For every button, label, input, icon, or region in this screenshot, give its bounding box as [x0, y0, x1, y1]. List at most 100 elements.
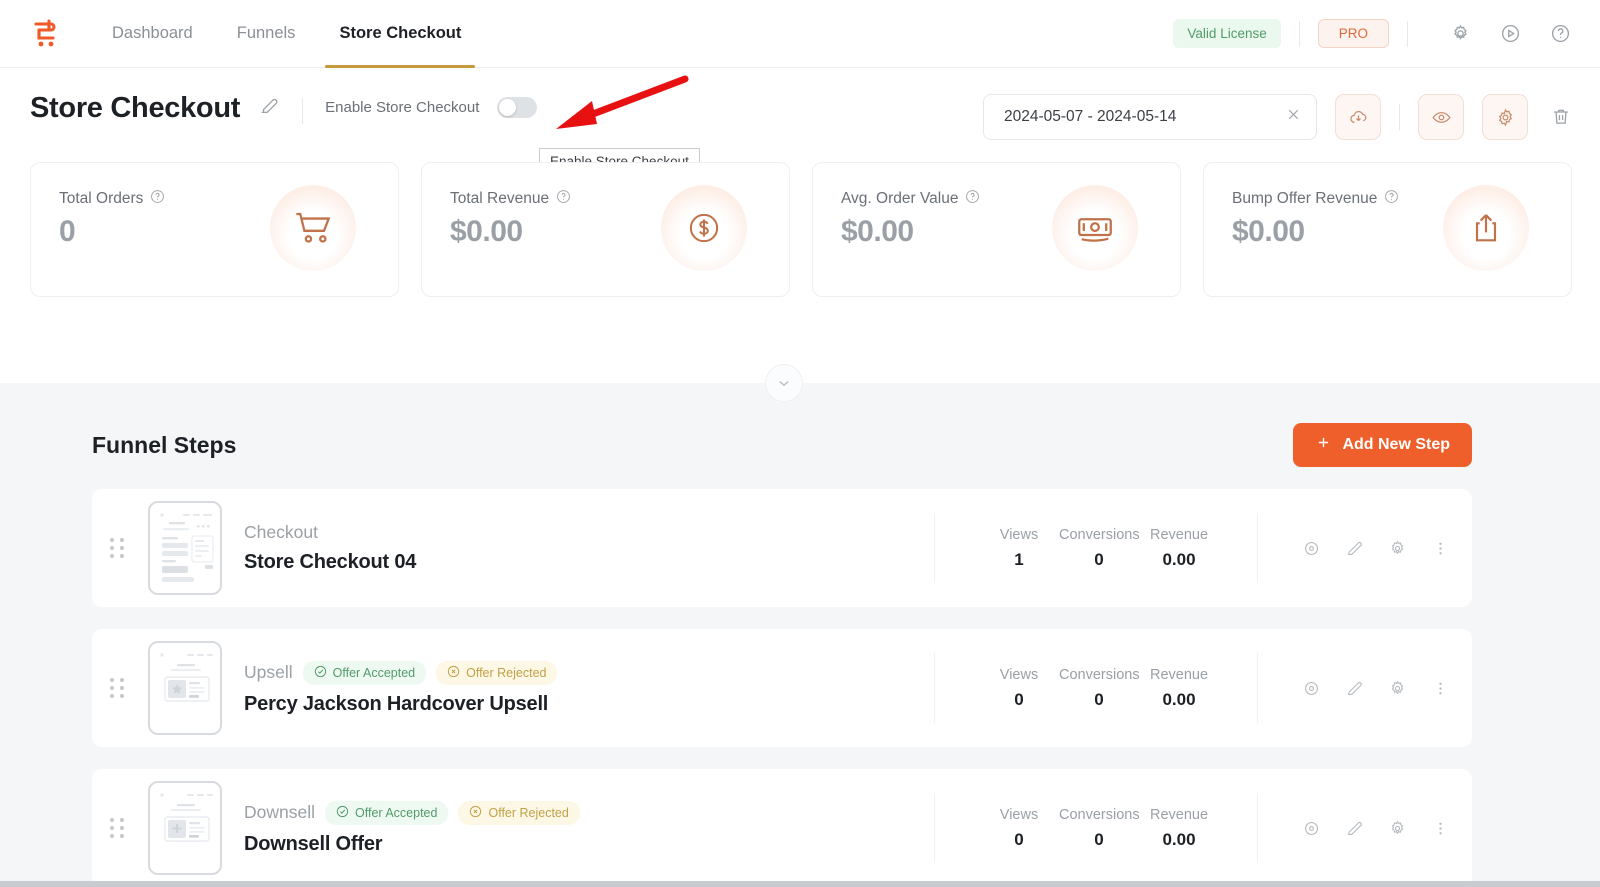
settings-gear-icon[interactable] — [1482, 94, 1528, 140]
kpi-label: Avg. Order Value — [841, 189, 980, 209]
kpi-card-row: Total Orders 0 Total Revenue $0.00 Avg. … — [0, 140, 1600, 297]
kpi-label: Total Revenue — [450, 189, 571, 209]
stat-label: Revenue — [1149, 666, 1209, 683]
add-new-step-label: Add New Step — [1342, 436, 1450, 453]
add-new-step-button[interactable]: Add New Step — [1293, 423, 1472, 467]
table-row[interactable]: Upsell Offer Accepted Offer Rejected Per… — [92, 629, 1472, 747]
more-vertical-icon[interactable] — [1431, 539, 1450, 558]
stat-label: Conversions — [1059, 666, 1140, 683]
gear-icon[interactable] — [1388, 679, 1407, 698]
date-range-value: 2024-05-07 - 2024-05-14 — [1004, 108, 1177, 125]
stat-label: Conversions — [1059, 526, 1140, 543]
help-circle-icon[interactable] — [1544, 18, 1576, 50]
status-badge-offer-accepted[interactable]: Offer Accepted — [325, 800, 449, 825]
x-circle-icon — [447, 665, 460, 681]
banknote-icon — [1052, 185, 1138, 271]
play-circle-icon[interactable] — [1494, 18, 1526, 50]
help-circle-icon[interactable] — [556, 189, 571, 209]
drag-handle-icon[interactable] — [110, 818, 132, 838]
more-vertical-icon[interactable] — [1431, 679, 1450, 698]
close-icon[interactable] — [1285, 106, 1302, 128]
step-info: Checkout Store Checkout 04 — [244, 522, 916, 574]
nav-label: Store Checkout — [339, 24, 462, 42]
nav-label: Dashboard — [112, 24, 193, 42]
funnel-steps-title: Funnel Steps — [92, 431, 237, 458]
stat-revenue: Revenue 0.00 — [1139, 527, 1219, 570]
stat-conversions: Conversions 0 — [1059, 666, 1140, 710]
step-info: Downsell Offer Accepted Offer Rejected D… — [244, 800, 916, 856]
status-badge-offer-accepted[interactable]: Offer Accepted — [302, 660, 427, 685]
cartflows-logo-icon[interactable] — [28, 17, 62, 51]
stat-label: Views — [999, 666, 1039, 683]
kpi-label-text: Total Orders — [59, 190, 144, 207]
stat-label: Conversions — [1059, 806, 1140, 823]
nav-item-store-checkout[interactable]: Store Checkout — [317, 0, 483, 68]
chevron-down-icon[interactable] — [765, 364, 803, 402]
stat-value: 0 — [1094, 689, 1104, 709]
trash-icon[interactable] — [1550, 106, 1572, 128]
stat-value: 0.00 — [1162, 549, 1196, 569]
step-row-actions — [1257, 653, 1450, 723]
stat-label: Views — [999, 806, 1039, 823]
funnel-step-list: Checkout Store Checkout 04 Views 1 Conve… — [0, 467, 1600, 887]
check-circle-icon — [314, 665, 327, 681]
pencil-icon[interactable] — [1345, 539, 1364, 558]
eye-icon[interactable] — [1302, 539, 1321, 558]
page-title: Store Checkout — [30, 92, 241, 124]
table-row[interactable]: Downsell Offer Accepted Offer Rejected D… — [92, 769, 1472, 887]
date-range-input[interactable]: 2024-05-07 - 2024-05-14 — [983, 94, 1317, 140]
cloud-download-icon[interactable] — [1335, 94, 1381, 140]
step-info: Upsell Offer Accepted Offer Rejected Per… — [244, 660, 916, 716]
gear-icon[interactable] — [1388, 539, 1407, 558]
table-row[interactable]: Checkout Store Checkout 04 Views 1 Conve… — [92, 489, 1472, 607]
kpi-label-text: Bump Offer Revenue — [1232, 190, 1378, 207]
divider — [1298, 20, 1300, 47]
enable-store-checkout-toggle[interactable] — [497, 97, 538, 118]
pencil-edit-icon[interactable] — [258, 94, 280, 121]
step-row-actions — [1257, 513, 1450, 583]
stat-value: 0 — [1014, 689, 1024, 709]
drag-handle-icon[interactable] — [110, 678, 132, 698]
kpi-value: $0.00 — [841, 215, 914, 248]
step-row-actions — [1257, 793, 1450, 863]
badge-label: Offer Rejected — [466, 665, 547, 680]
pencil-icon[interactable] — [1345, 679, 1364, 698]
eye-icon[interactable] — [1302, 819, 1321, 838]
help-circle-icon[interactable] — [965, 189, 980, 209]
eye-icon[interactable] — [1418, 94, 1464, 140]
help-circle-icon[interactable] — [150, 189, 165, 209]
more-vertical-icon[interactable] — [1431, 819, 1450, 838]
stat-value: 1 — [1014, 549, 1024, 569]
kpi-label-text: Avg. Order Value — [841, 190, 959, 207]
step-type-label: Downsell — [244, 802, 315, 822]
drag-handle-icon[interactable] — [110, 538, 132, 558]
eye-icon[interactable] — [1302, 679, 1321, 698]
shopping-cart-icon — [270, 185, 356, 271]
plan-badge-pro[interactable]: PRO — [1317, 19, 1389, 48]
stat-label: Views — [999, 526, 1039, 543]
help-circle-icon[interactable] — [1384, 189, 1399, 209]
step-type-row: Upsell Offer Accepted Offer Rejected — [244, 660, 916, 685]
status-badge-offer-rejected[interactable]: Offer Rejected — [458, 800, 580, 825]
kpi-value: 0 — [59, 215, 76, 248]
top-navigation-bar: Dashboard Funnels Store Checkout Valid L… — [0, 0, 1600, 68]
step-thumbnail-checkout — [148, 501, 222, 595]
step-type-row: Checkout — [244, 522, 916, 543]
badge-label: Offer Accepted — [332, 665, 416, 680]
x-circle-icon — [469, 805, 482, 821]
status-badge-offer-rejected[interactable]: Offer Rejected — [436, 660, 558, 685]
license-status-badge[interactable]: Valid License — [1173, 19, 1281, 48]
divider — [302, 98, 304, 124]
pencil-icon[interactable] — [1345, 819, 1364, 838]
step-stats: Views 0 Conversions 0 Revenue 0.00 — [934, 793, 1219, 863]
nav-item-funnels[interactable]: Funnels — [215, 0, 318, 68]
gear-icon[interactable] — [1388, 819, 1407, 838]
stat-value: 0.00 — [1162, 829, 1196, 849]
step-stats: Views 0 Conversions 0 Revenue 0.00 — [934, 653, 1219, 723]
gear-icon[interactable] — [1444, 18, 1476, 50]
stat-label: Revenue — [1149, 526, 1209, 543]
nav-item-dashboard[interactable]: Dashboard — [90, 0, 215, 68]
horizontal-scrollbar[interactable] — [0, 881, 1600, 887]
kpi-card-total-revenue: Total Revenue $0.00 — [421, 162, 790, 297]
stat-views: Views 0 — [979, 667, 1059, 710]
